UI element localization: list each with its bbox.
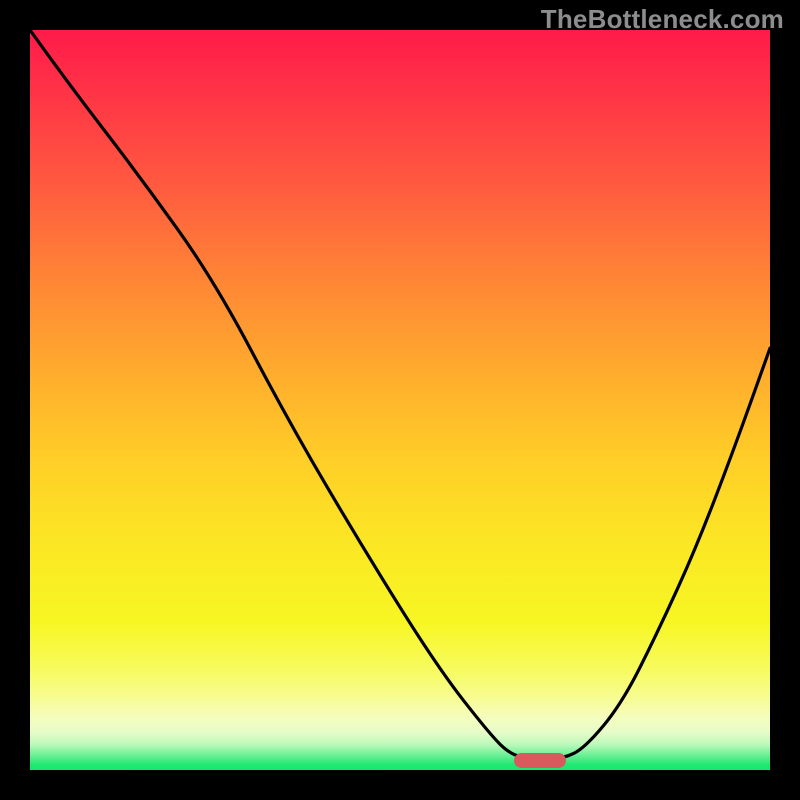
curve-path xyxy=(30,30,770,759)
chart-frame: TheBottleneck.com xyxy=(0,0,800,800)
plot-area xyxy=(30,30,770,770)
bottleneck-curve xyxy=(30,30,770,770)
optimal-point-marker xyxy=(514,753,566,768)
